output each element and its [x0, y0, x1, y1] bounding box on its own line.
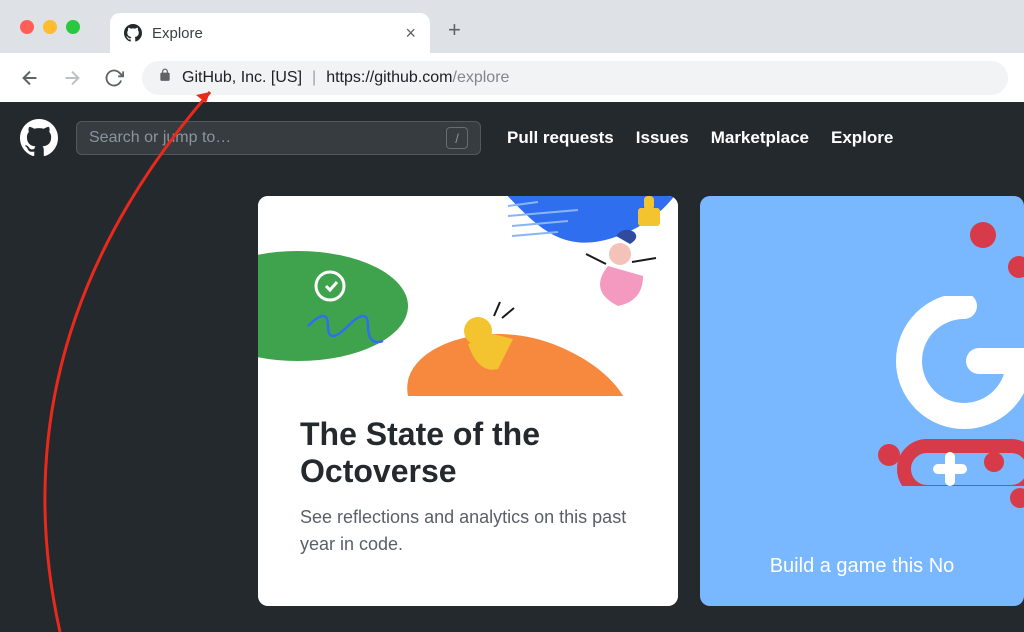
- maximize-window-button[interactable]: [66, 20, 80, 34]
- slash-key-hint: /: [446, 127, 468, 149]
- game-off-card[interactable]: Build a game this No: [700, 196, 1024, 606]
- github-logo[interactable]: [20, 119, 58, 157]
- browser-tab[interactable]: Explore ×: [110, 13, 430, 53]
- browser-toolbar: GitHub, Inc. [US] | https://github.com/e…: [0, 53, 1024, 102]
- decor-dot: [970, 222, 996, 248]
- lock-icon: [158, 68, 172, 87]
- search-placeholder: Search or jump to…: [89, 129, 231, 147]
- game-off-cta: Build a game this No: [700, 555, 1024, 578]
- url-divider: |: [312, 69, 316, 87]
- certificate-name: GitHub, Inc. [US]: [182, 69, 302, 87]
- url-host: https://github.com: [326, 69, 452, 86]
- new-tab-button[interactable]: +: [448, 17, 461, 43]
- address-bar[interactable]: GitHub, Inc. [US] | https://github.com/e…: [142, 61, 1008, 95]
- game-off-logo: [894, 296, 1024, 486]
- github-favicon: [124, 24, 142, 42]
- window-controls: [20, 20, 80, 34]
- octoverse-illustration: [258, 196, 678, 396]
- nav-explore[interactable]: Explore: [831, 128, 893, 148]
- octoverse-text: The State of the Octoverse See reflectio…: [258, 396, 678, 578]
- nav-issues[interactable]: Issues: [636, 128, 689, 148]
- decor-dot: [1008, 256, 1024, 278]
- forward-button[interactable]: [58, 64, 86, 92]
- decor-dot: [1010, 488, 1024, 508]
- octoverse-description: See reflections and analytics on this pa…: [300, 504, 636, 558]
- tab-title: Explore: [152, 25, 395, 42]
- url-path: /explore: [453, 69, 510, 86]
- close-window-button[interactable]: [20, 20, 34, 34]
- url: https://github.com/explore: [326, 69, 509, 87]
- octoverse-title: The State of the Octoverse: [300, 416, 636, 490]
- github-header: Search or jump to… / Pull requests Issue…: [0, 102, 1024, 174]
- browser-chrome: Explore × + GitHub, Inc. [US] | https://…: [0, 0, 1024, 102]
- nav-pull-requests[interactable]: Pull requests: [507, 128, 614, 148]
- reload-button[interactable]: [100, 64, 128, 92]
- search-input[interactable]: Search or jump to… /: [76, 121, 481, 155]
- back-button[interactable]: [16, 64, 44, 92]
- explore-content: The State of the Octoverse See reflectio…: [0, 174, 1024, 606]
- tab-bar: Explore × +: [0, 0, 1024, 53]
- primary-nav: Pull requests Issues Marketplace Explore: [507, 128, 893, 148]
- octoverse-card[interactable]: The State of the Octoverse See reflectio…: [258, 196, 678, 606]
- nav-marketplace[interactable]: Marketplace: [711, 128, 809, 148]
- minimize-window-button[interactable]: [43, 20, 57, 34]
- close-tab-button[interactable]: ×: [405, 23, 416, 44]
